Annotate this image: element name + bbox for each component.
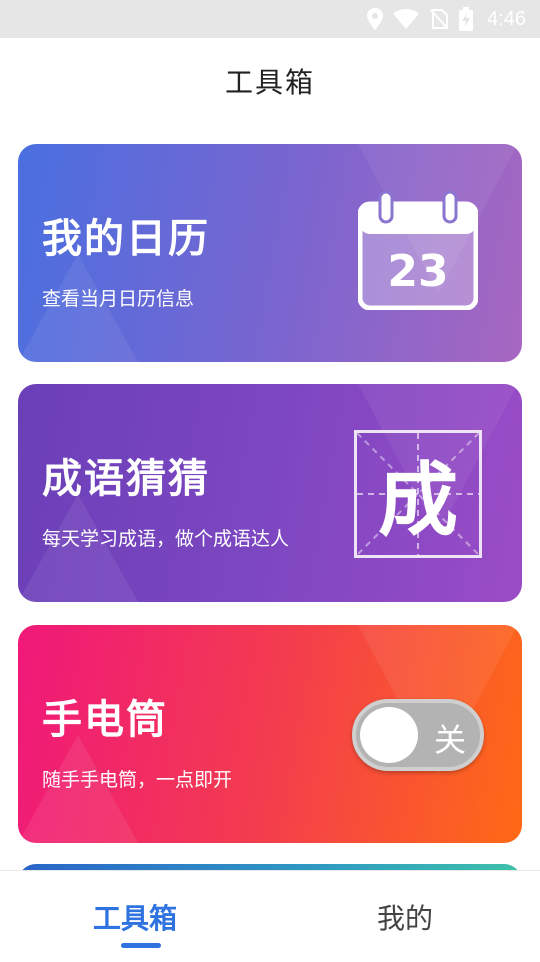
toggle-label: 关 xyxy=(433,721,466,759)
idiom-char: 成 xyxy=(378,454,458,547)
active-tab-indicator xyxy=(121,943,161,948)
battery-charging-icon xyxy=(459,7,474,31)
tab-tools[interactable]: 工具箱 xyxy=(0,871,270,962)
calendar-card[interactable]: 我的日历 查看当月日历信息 23 xyxy=(18,144,522,362)
page-title: 工具箱 xyxy=(224,66,315,99)
bottom-nav: 工具箱 我的 xyxy=(0,870,540,961)
flashlight-card[interactable]: 手电筒 随手手电筒，一点即开 关 xyxy=(18,625,522,843)
card-title: 手电筒 xyxy=(42,697,168,743)
card-title: 成语猜猜 xyxy=(42,456,210,502)
status-time: 4:46 xyxy=(487,7,526,30)
idiom-character-icon: 成 xyxy=(354,430,482,558)
no-sim-icon xyxy=(429,8,449,30)
calendar-day: 23 xyxy=(387,246,448,297)
toggle-knob xyxy=(360,707,418,763)
status-bar: 4:46 xyxy=(0,0,540,38)
tab-mine[interactable]: 我的 xyxy=(270,871,540,962)
card-subtitle: 随手手电筒，一点即开 xyxy=(42,769,233,791)
calendar-icon: 23 xyxy=(357,190,479,311)
page-header: 工具箱 xyxy=(0,38,540,124)
card-subtitle: 查看当月日历信息 xyxy=(42,288,195,310)
card-subtitle: 每天学习成语，做个成语达人 xyxy=(42,528,290,550)
wifi-icon xyxy=(393,9,420,29)
idiom-card[interactable]: 成语猜猜 每天学习成语，做个成语达人 成 xyxy=(18,384,522,602)
card-title: 我的日历 xyxy=(42,216,210,262)
location-icon xyxy=(367,8,384,30)
flashlight-toggle[interactable]: 关 xyxy=(352,699,484,771)
